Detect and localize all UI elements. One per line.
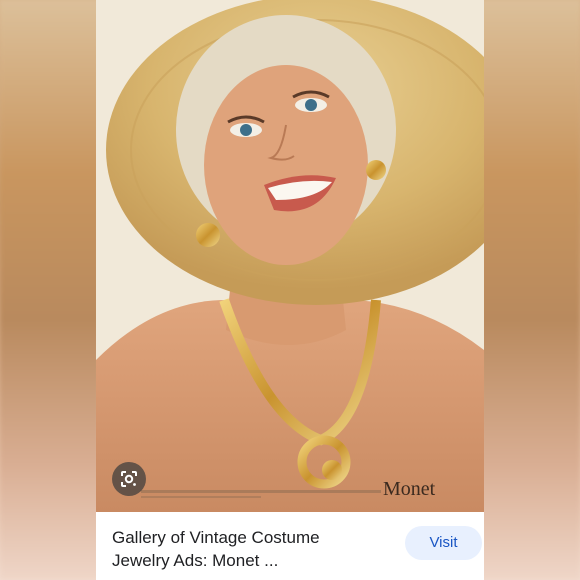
google-lens-button[interactable] — [112, 462, 146, 496]
vintage-ad-illustration — [96, 0, 484, 512]
backdrop-left — [0, 0, 100, 580]
brand-logo: Monet — [383, 478, 436, 500]
visit-button[interactable]: Visit — [405, 526, 482, 560]
result-title[interactable]: Gallery of Vintage Costume Jewelry Ads: … — [112, 526, 362, 572]
result-card: Gallery of Vintage Costume Jewelry Ads: … — [96, 512, 484, 580]
backdrop-right — [480, 0, 580, 580]
google-lens-icon — [121, 471, 137, 487]
result-image[interactable]: Monet — [96, 0, 484, 512]
